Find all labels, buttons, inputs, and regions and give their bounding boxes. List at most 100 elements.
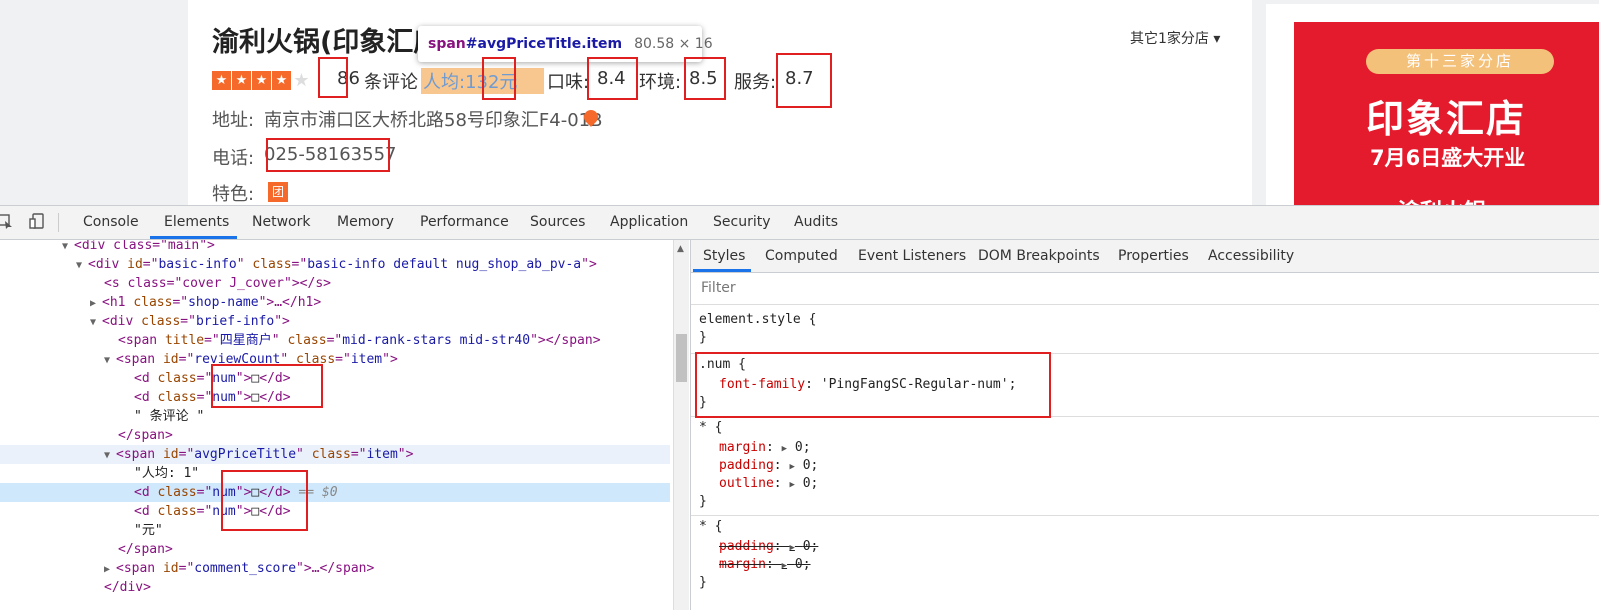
dom-node-avg-price[interactable]: ▼ <span id="avgPriceTitle" class="item"> bbox=[0, 445, 670, 464]
rule-brace: } bbox=[699, 575, 707, 590]
group-buy-badge[interactable]: 团 bbox=[268, 181, 288, 202]
tab-security[interactable]: Security bbox=[713, 214, 771, 230]
dom-text: "人均: 1" bbox=[134, 466, 200, 481]
service-label: 服务: bbox=[734, 72, 777, 93]
ad-title: 印象汇店 bbox=[1366, 97, 1527, 141]
css-value[interactable]: 0; bbox=[803, 458, 819, 473]
dom-node-stars[interactable]: <span title="四星商户" class="mid-rank-stars… bbox=[0, 331, 670, 350]
dom-node-basic-info[interactable]: ▼ <div id="basic-info" class="basic-info … bbox=[0, 255, 670, 274]
shop-name: 渝利火锅(印象汇店 bbox=[212, 27, 441, 58]
css-property[interactable]: padding bbox=[719, 458, 774, 473]
dom-node-num[interactable]: <d class="num">□</d> bbox=[0, 388, 670, 407]
css-value[interactable]: 0; bbox=[803, 476, 819, 491]
dom-node-comment-score[interactable]: ▶ <span id="comment_score">…</span> bbox=[0, 559, 670, 578]
dom-attr-value: num bbox=[212, 504, 236, 519]
dom-node-brief-info[interactable]: ▼ <div class="brief-info"> bbox=[0, 312, 670, 331]
rule-element-style[interactable]: element.style { } bbox=[691, 309, 1599, 354]
rule-universal-overridden[interactable]: * { padding: ▶ 0; margin: ▶ 0; } bbox=[691, 516, 1599, 598]
phone-value: 025-58163557 bbox=[264, 144, 397, 165]
tab-dom-breakpoints[interactable]: DOM Breakpoints bbox=[978, 248, 1100, 264]
rule-brace: } bbox=[699, 395, 707, 410]
rating-stars: ★ ★ ★ ★ ★ bbox=[212, 71, 311, 90]
star-full-icon: ★ bbox=[252, 71, 271, 90]
dom-attr-value: shop-name bbox=[188, 295, 259, 310]
dom-node-review-count[interactable]: ▼ <span id="reviewCount" class="item"> bbox=[0, 350, 670, 369]
tab-memory[interactable]: Memory bbox=[337, 214, 394, 230]
dom-tag: div bbox=[95, 257, 120, 272]
tab-application[interactable]: Application bbox=[610, 214, 688, 230]
tab-event-listeners[interactable]: Event Listeners bbox=[858, 248, 966, 264]
divider bbox=[691, 304, 1599, 305]
css-property[interactable]: font-family bbox=[719, 377, 805, 392]
rule-universal[interactable]: * { margin: ▶ 0; padding: ▶ 0; outline: … bbox=[691, 417, 1599, 516]
device-toolbar-icon[interactable] bbox=[28, 212, 46, 230]
dom-tag: h1 bbox=[109, 295, 126, 310]
address-label: 地址: bbox=[212, 110, 255, 131]
devtools-tabbar: Console Elements Network Memory Performa… bbox=[0, 206, 1599, 240]
dom-attr-value: item bbox=[366, 447, 398, 462]
tab-audits[interactable]: Audits bbox=[794, 214, 838, 230]
tab-performance[interactable]: Performance bbox=[420, 214, 509, 230]
tab-computed[interactable]: Computed bbox=[765, 248, 838, 264]
dom-text: "元" bbox=[134, 523, 163, 538]
css-value[interactable]: 'PingFangSC-Regular-num'; bbox=[821, 377, 1017, 392]
styles-filter-input[interactable]: Filter bbox=[701, 280, 736, 296]
ad-banner[interactable]: 第十三家分店 印象汇店 7月6日盛大开业 渝利火锅 bbox=[1266, 4, 1599, 205]
service-score: 8.7 bbox=[785, 68, 814, 89]
css-value[interactable]: 0; bbox=[803, 539, 819, 554]
dom-attr-value: mid-rank-stars mid-str40 bbox=[342, 333, 531, 348]
dom-attr-value: reviewCount bbox=[194, 352, 281, 367]
dom-node-num[interactable]: <d class="num">□</d> bbox=[0, 502, 670, 521]
ad-pill: 第十三家分店 bbox=[1366, 49, 1554, 74]
css-value[interactable]: 0; bbox=[795, 440, 811, 455]
dom-node-num-selected[interactable]: <d class="num">□</d> == $0 bbox=[0, 483, 670, 502]
tab-properties[interactable]: Properties bbox=[1118, 248, 1189, 264]
css-property[interactable]: margin bbox=[719, 557, 766, 572]
review-label: 条评论 bbox=[364, 72, 418, 93]
devtools-panel: Console Elements Network Memory Performa… bbox=[0, 205, 1599, 610]
star-empty-icon: ★ bbox=[292, 70, 311, 91]
tab-elements[interactable]: Elements bbox=[164, 214, 229, 230]
dom-node-close[interactable]: </div> bbox=[0, 578, 670, 597]
dom-text: <s class="cover J_cover"></s> bbox=[104, 276, 331, 291]
taste-score: 8.4 bbox=[597, 68, 626, 89]
map-pin-icon[interactable] bbox=[578, 106, 601, 127]
dom-node-close[interactable]: </span> bbox=[0, 426, 670, 445]
dom-text: </span> bbox=[118, 428, 173, 443]
elements-scrollbar[interactable]: ▲ bbox=[673, 240, 689, 610]
tab-styles[interactable]: Styles bbox=[703, 248, 745, 264]
dom-node-main[interactable]: ▼ <div class="main"> bbox=[0, 240, 670, 255]
dom-node-cover[interactable]: <s class="cover J_cover"></s> bbox=[0, 274, 670, 293]
dom-text: </span> bbox=[118, 542, 173, 557]
selected-marker: == $0 bbox=[298, 485, 338, 500]
dom-attr-value: 四星商户 bbox=[219, 333, 272, 348]
dom-node-h1[interactable]: ▶ <h1 class="shop-name">…</h1> bbox=[0, 293, 670, 312]
other-branches-dropdown[interactable]: 其它1家分店 ▾ bbox=[1130, 28, 1220, 48]
rule-selector: element.style { bbox=[699, 312, 817, 327]
group-buy-icon: 团 bbox=[268, 182, 288, 202]
dom-text-node[interactable]: " 条评论 " bbox=[0, 407, 670, 426]
rule-num[interactable]: .num { font-family: 'PingFangSC-Regular-… bbox=[691, 354, 1599, 417]
scroll-thumb[interactable] bbox=[676, 334, 687, 382]
feature-label: 特色: bbox=[212, 184, 255, 205]
tab-console[interactable]: Console bbox=[83, 214, 139, 230]
dom-text-node[interactable]: "元" bbox=[0, 521, 670, 540]
css-property[interactable]: margin bbox=[719, 440, 766, 455]
inspect-element-icon[interactable] bbox=[0, 212, 14, 230]
tab-accessibility[interactable]: Accessibility bbox=[1208, 248, 1294, 264]
css-property[interactable]: padding bbox=[719, 539, 774, 554]
dom-text: >…</h1> bbox=[266, 295, 322, 310]
dom-node-num[interactable]: <d class="num">□</d> bbox=[0, 369, 670, 388]
tab-sources[interactable]: Sources bbox=[530, 214, 585, 230]
scroll-up-arrow-icon[interactable]: ▲ bbox=[677, 244, 684, 254]
dom-node-close[interactable]: </span> bbox=[0, 540, 670, 559]
styles-pane: Styles Computed Event Listeners DOM Brea… bbox=[690, 240, 1599, 610]
tab-network[interactable]: Network bbox=[252, 214, 310, 230]
dom-text-node[interactable]: "人均: 1" bbox=[0, 464, 670, 483]
css-value[interactable]: 0; bbox=[795, 557, 811, 572]
dom-attr-value: brief-info bbox=[195, 314, 275, 329]
rule-selector: * { bbox=[699, 420, 723, 435]
address-value: 南京市浦口区大桥北路58号印象汇F4-01B bbox=[264, 110, 603, 131]
css-property[interactable]: outline bbox=[719, 476, 774, 491]
tooltip-size: 80.58 × 16 bbox=[634, 36, 713, 52]
